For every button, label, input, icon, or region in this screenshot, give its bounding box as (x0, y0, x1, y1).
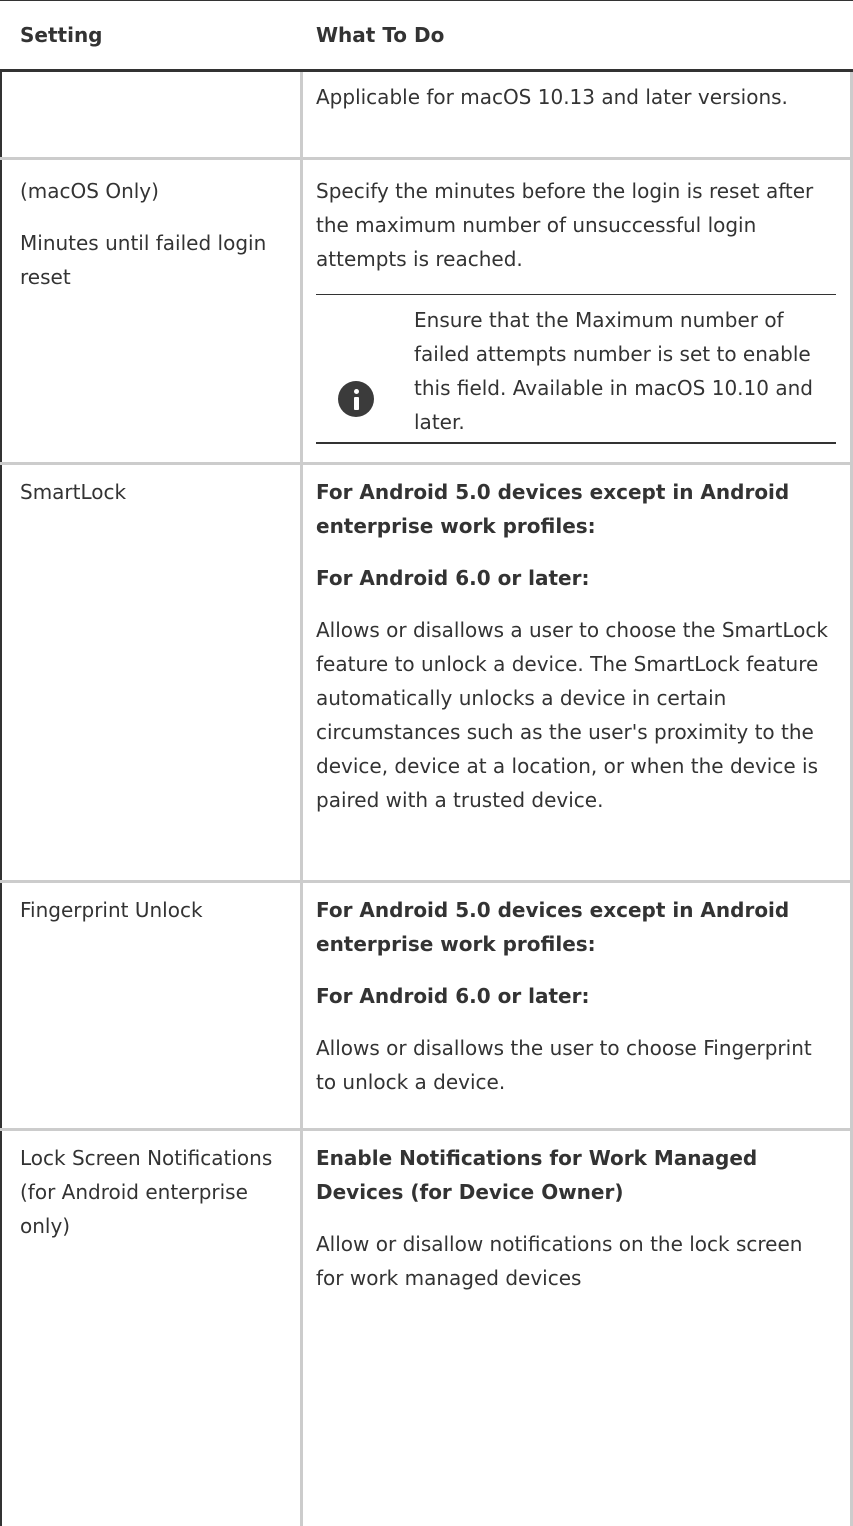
todo-heading: For Android 6.0 or later: (316, 984, 590, 1008)
table-header: Setting What To Do (0, 0, 853, 72)
info-icon (338, 381, 374, 417)
header-setting: Setting (20, 23, 103, 47)
todo-text: Allows or disallows the user to choose F… (316, 1036, 812, 1094)
table-row: Fingerprint Unlock For Android 5.0 devic… (0, 883, 853, 1131)
setting-text: Lock Screen Notifications (for Android e… (20, 1146, 273, 1238)
setting-cell: (macOS Only) Minutes until failed login … (20, 174, 285, 312)
table-row: Lock Screen Notifications (for Android e… (0, 1131, 853, 1526)
setting-text: Minutes until failed login reset (20, 231, 267, 289)
todo-cell: Enable Notifications for Work Managed De… (316, 1141, 836, 1313)
table-row: Applicable for macOS 10.13 and later ver… (0, 72, 853, 160)
todo-text: Allow or disallow notifications on the l… (316, 1232, 803, 1290)
todo-cell: For Android 5.0 devices except in Androi… (316, 475, 836, 835)
todo-text: Allows or disallows a user to choose the… (316, 618, 828, 812)
todo-heading: For Android 5.0 devices except in Androi… (316, 898, 790, 956)
todo-heading: For Android 5.0 devices except in Androi… (316, 480, 790, 538)
settings-table: Setting What To Do Applicable for macOS … (0, 0, 853, 1526)
header-what-to-do: What To Do (316, 23, 445, 47)
info-note: Ensure that the Maximum number of failed… (316, 294, 836, 444)
setting-text: Fingerprint Unlock (20, 898, 203, 922)
todo-text: Applicable for macOS 10.13 and later ver… (316, 85, 788, 109)
setting-cell: SmartLock (20, 475, 285, 527)
todo-heading: For Android 6.0 or later: (316, 566, 590, 590)
setting-cell: Fingerprint Unlock (20, 893, 285, 945)
setting-text: (macOS Only) (20, 179, 159, 203)
setting-cell: Lock Screen Notifications (for Android e… (20, 1141, 285, 1261)
todo-cell: For Android 5.0 devices except in Androi… (316, 893, 836, 1117)
todo-cell: Applicable for macOS 10.13 and later ver… (316, 80, 836, 132)
todo-text: Specify the minutes before the login is … (316, 179, 814, 271)
todo-cell: Specify the minutes before the login is … (316, 174, 836, 294)
table-row: (macOS Only) Minutes until failed login … (0, 160, 853, 465)
note-text: Ensure that the Maximum number of failed… (414, 308, 813, 434)
table-row: SmartLock For Android 5.0 devices except… (0, 465, 853, 883)
todo-heading: Enable Notifications for Work Managed De… (316, 1146, 758, 1204)
setting-text: SmartLock (20, 480, 127, 504)
